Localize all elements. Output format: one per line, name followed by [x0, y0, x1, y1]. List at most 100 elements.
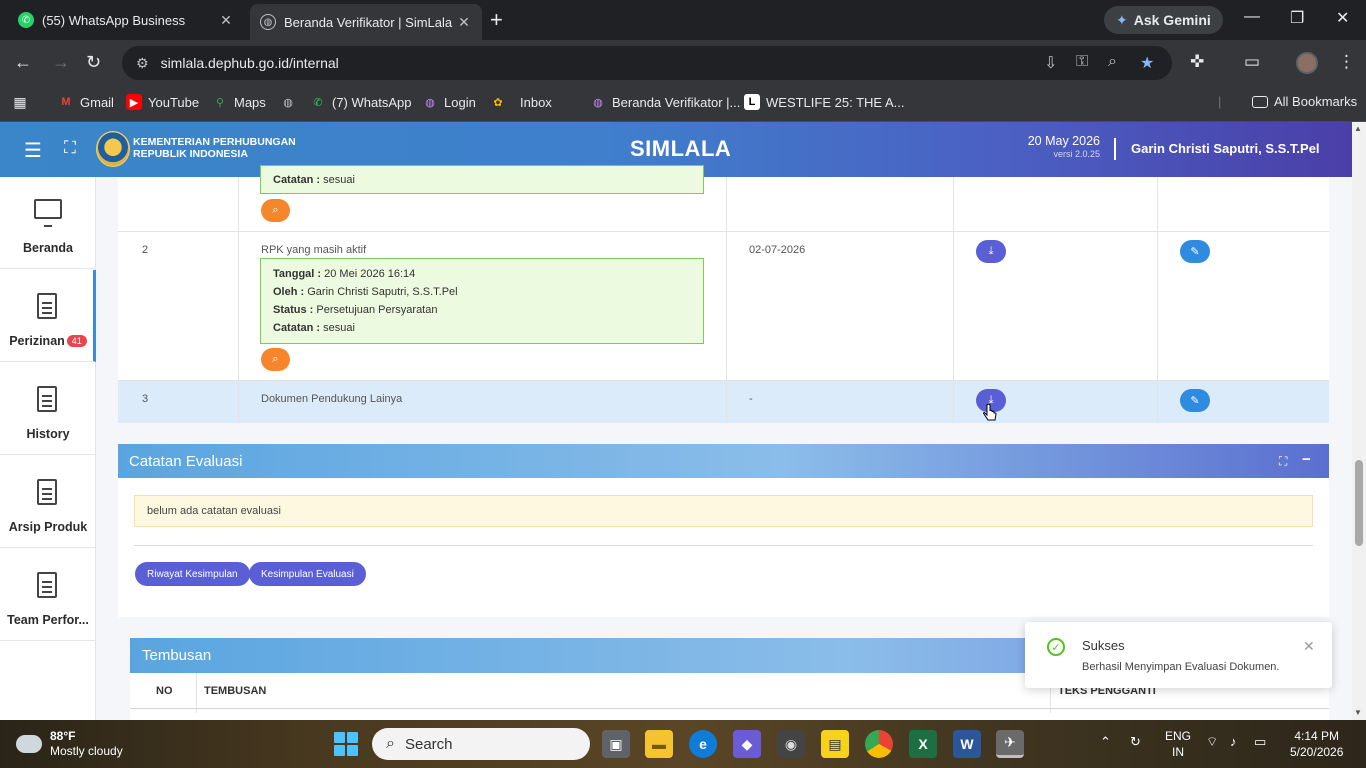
wifi-icon[interactable]: ⌔: [1206, 734, 1218, 750]
maximize-icon[interactable]: ❐: [1290, 8, 1304, 28]
minimize-icon[interactable]: —: [1244, 8, 1260, 26]
system-clock[interactable]: 4:14 PM 5/20/2026: [1290, 728, 1343, 760]
check-circle-icon: ✓: [1047, 638, 1065, 656]
bookmark-youtube[interactable]: ▶ YouTube: [126, 94, 199, 110]
lang-primary: ENG: [1165, 729, 1192, 743]
bookmark-login[interactable]: ◍ Login: [422, 94, 476, 110]
reload-icon[interactable]: ↻: [86, 52, 101, 73]
zoom-icon[interactable]: ⌕: [1108, 53, 1117, 71]
bookmark-label: Inbox: [520, 94, 552, 110]
url-field[interactable]: ⚙ simlala.dephub.go.id/internal: [122, 46, 1172, 80]
battery-icon[interactable]: ▭: [1254, 734, 1266, 750]
apps-grid-icon[interactable]: ▦: [12, 94, 34, 110]
document-name: RPK yang masih aktif: [261, 244, 367, 256]
tab-simlala[interactable]: ◍ Beranda Verifikator | SimLala ✕: [250, 4, 482, 40]
forward-icon[interactable]: →: [52, 52, 70, 73]
bookmarks-divider: |: [1218, 94, 1222, 109]
sync-icon[interactable]: ↻: [1130, 734, 1141, 750]
file-explorer-icon[interactable]: ▬: [645, 730, 673, 758]
bookmark-globe[interactable]: ◍: [280, 94, 302, 110]
volume-icon[interactable]: ♪: [1230, 734, 1237, 749]
kesimpulan-evaluasi-button[interactable]: Kesimpulan Evaluasi: [249, 562, 366, 586]
header-separator: [1114, 138, 1116, 160]
bookmark-star-icon[interactable]: ★: [1140, 53, 1154, 73]
site-settings-icon[interactable]: ⚙: [136, 55, 149, 72]
collapse-icon[interactable]: −: [1302, 451, 1311, 468]
input-language[interactable]: ENG IN: [1165, 728, 1191, 760]
new-tab-icon[interactable]: +: [490, 8, 503, 32]
expand-icon[interactable]: ⛶: [1279, 454, 1287, 469]
magnify-icon: ⌕: [272, 353, 279, 365]
bookmark-label: WESTLIFE 25: THE A...: [766, 94, 905, 110]
sidebar-item-history[interactable]: History: [0, 363, 96, 455]
document-date: 02-07-2026: [749, 244, 806, 256]
task-view-icon[interactable]: ▣: [602, 730, 630, 758]
toast-title: Sukses: [1082, 638, 1125, 653]
bookmark-maps[interactable]: ⚲ Maps: [212, 94, 266, 110]
view-note-button[interactable]: ⌕: [261, 199, 290, 222]
edit-button[interactable]: ✎: [1180, 240, 1210, 263]
word-icon[interactable]: W: [953, 730, 981, 758]
scroll-up-icon[interactable]: ▲: [1354, 124, 1362, 133]
url-text: simlala.dephub.go.id/internal: [160, 55, 339, 71]
all-bookmarks[interactable]: All Bookmarks: [1252, 94, 1357, 109]
app-icon[interactable]: ✈: [996, 730, 1024, 758]
bookmark-whatsapp[interactable]: ✆ (7) WhatsApp: [310, 94, 411, 110]
close-tab-icon[interactable]: ✕: [218, 12, 234, 29]
toast-message: Berhasil Menyimpan Evaluasi Dokumen.: [1082, 661, 1280, 673]
tab-title: Beranda Verifikator | SimLala: [284, 14, 453, 30]
close-window-icon[interactable]: ✕: [1336, 8, 1349, 28]
view-note-button[interactable]: ⌕: [261, 348, 290, 371]
gemini-label: Ask Gemini: [1133, 12, 1211, 28]
menu-dots-icon[interactable]: ⋮: [1338, 52, 1355, 72]
tab-whatsapp[interactable]: ✆ (55) WhatsApp Business ✕: [8, 4, 244, 36]
org-line-1: KEMENTERIAN PERHUBUNGAN: [133, 136, 296, 148]
bookmark-inbox[interactable]: ✿ Inbox: [490, 94, 552, 110]
password-key-icon[interactable]: ⚿: [1076, 53, 1088, 71]
close-tab-icon[interactable]: ✕: [456, 14, 472, 31]
sidebar-item-arsip-produk[interactable]: Arsip Produk: [0, 456, 96, 548]
gmail-icon: M: [61, 96, 71, 108]
side-panel-icon[interactable]: ▭: [1244, 52, 1260, 72]
note-label: Catatan :: [273, 322, 321, 334]
install-app-icon[interactable]: ⇩: [1044, 53, 1057, 73]
hamburger-menu-icon[interactable]: ☰: [24, 138, 42, 163]
sticky-notes-icon[interactable]: ▤: [821, 730, 849, 758]
tray-overflow-icon[interactable]: ⌃: [1100, 734, 1111, 750]
page-scrollbar[interactable]: ▲ ▼: [1352, 122, 1366, 720]
sidebar-item-team-performance[interactable]: Team Perfor...: [0, 549, 96, 641]
taskbar-search[interactable]: ⌕ Search: [372, 728, 590, 760]
bookmark-gmail[interactable]: M Gmail: [58, 94, 114, 110]
note-value: Garin Christi Saputri, S.S.T.Pel: [307, 286, 458, 298]
edit-icon: ✎: [1190, 395, 1200, 407]
sidebar-item-beranda[interactable]: Beranda: [0, 177, 96, 269]
catatan-evaluasi-card: Catatan Evaluasi ⛶ − belum ada catatan e…: [118, 444, 1329, 617]
fullscreen-icon[interactable]: ⛶: [64, 138, 76, 158]
riwayat-kesimpulan-button[interactable]: Riwayat Kesimpulan: [135, 562, 250, 586]
camera-icon[interactable]: ◉: [777, 730, 805, 758]
search-placeholder: Search: [404, 735, 453, 753]
weather-widget[interactable]: 88°F Mostly cloudy: [12, 729, 123, 759]
windows-start-icon[interactable]: [334, 732, 358, 756]
bookmark-westlife[interactable]: L WESTLIFE 25: THE A...: [744, 94, 904, 110]
bookmarks-bar: ▦ M Gmail ▶ YouTube ⚲ Maps ◍ ✆ (7) WhatsApp …: [0, 86, 1366, 122]
user-name[interactable]: Garin Christi Saputri, S.S.T.Pel: [1131, 141, 1320, 156]
extensions-icon[interactable]: ✜: [1190, 52, 1204, 72]
back-icon[interactable]: ←: [14, 52, 32, 73]
close-icon[interactable]: ✕: [1303, 638, 1315, 655]
copilot-icon[interactable]: ◆: [733, 730, 761, 758]
bookmark-beranda[interactable]: ◍ Beranda Verifikator |...: [590, 94, 740, 110]
sidebar-item-perizinan[interactable]: Perizinan 41: [0, 270, 96, 362]
edge-icon[interactable]: e: [689, 730, 717, 758]
scroll-down-icon[interactable]: ▼: [1354, 708, 1362, 717]
chrome-icon[interactable]: [865, 730, 893, 758]
globe-icon: ◍: [593, 96, 603, 109]
ask-gemini-button[interactable]: ✦ Ask Gemini: [1104, 6, 1223, 34]
scrollbar-thumb[interactable]: [1355, 460, 1363, 546]
browser-tab-strip: ✆ (55) WhatsApp Business ✕ ◍ Beranda Ver…: [0, 0, 1366, 40]
profile-avatar[interactable]: [1296, 52, 1318, 74]
download-button[interactable]: ⤓: [976, 240, 1006, 263]
app-brand: SIMLALA: [630, 136, 732, 161]
excel-icon[interactable]: X: [909, 730, 937, 758]
edit-button[interactable]: ✎: [1180, 389, 1210, 412]
